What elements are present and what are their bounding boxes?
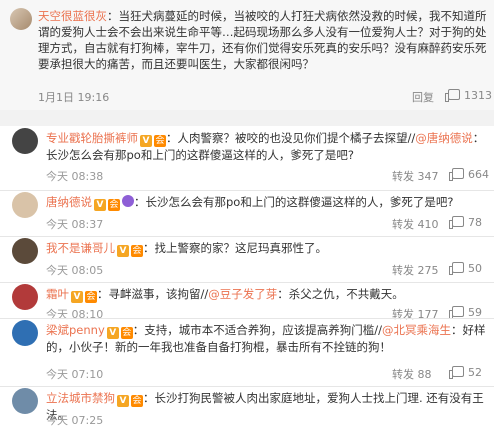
comment-divider [0,236,494,237]
verified-badge-icon: V [94,199,106,211]
comment-divider [0,318,494,319]
comment-text: 专业戳轮胎撕裤师 V 会：人肉警察？被咬的也没见你们提个橘子去探望//@唐纳德说：长… [46,130,486,164]
reply-button[interactable]: 回复 [412,89,434,105]
verified-badge-icon: V [71,291,83,303]
comment-time: 今天 07:10 [46,368,104,381]
like-icon [445,89,460,102]
member-badge-icon: 会 [120,327,133,339]
like-icon [449,168,464,181]
comment-time: 今天 08:38 [46,170,104,183]
forward-button[interactable]: 转发 275 [392,262,439,278]
comment-divider [0,190,494,191]
comment-username[interactable]: 专业戳轮胎撕裤师 [46,131,138,145]
comment-avatar[interactable] [12,284,38,310]
comment-avatar[interactable] [12,192,38,218]
comment-body: ：人肉警察？被咬的也没见你们提个橘子去探望// [166,131,416,145]
comment-body: ：长沙怎么会有那po和上门的这群傻逼这样的人，爹死了是吧? [134,195,454,209]
comment-time: 今天 08:37 [46,218,104,231]
special-badge-icon [122,195,134,207]
comment-divider [0,386,494,387]
like-count: 664 [468,168,489,181]
forward-label: 转发 [392,368,418,381]
comment-mention[interactable]: @北冥乘海生 [382,323,451,337]
comment-text: 霜叶 V 会：寻衅滋事，该拘留//@豆子发了芽：杀父之仇，不共戴天。 [46,286,486,303]
comment-row: 梁斌penny V 会：支持，城市本不适合养狗，应该提高养狗门槛//@北冥乘海生：好… [0,320,494,388]
like-button[interactable]: 664 [449,168,489,181]
comment-text: 梁斌penny V 会：支持，城市本不适合养狗，应该提高养狗门槛//@北冥乘海生：好… [46,322,486,356]
post-username[interactable]: 天空很蓝很灰 [38,9,107,23]
like-count: 78 [468,216,482,229]
member-badge-icon: 会 [85,291,97,303]
comment-body-quoted: ：杀父之仇，不共戴天。 [277,287,404,301]
like-icon [449,262,464,275]
comment-row: 霜叶 V 会：寻衅滋事，该拘留//@豆子发了芽：杀父之仇，不共戴天。 今天 08:10… [0,284,494,321]
comment-username[interactable]: 我不是谦哥儿 [46,241,115,255]
comment-avatar[interactable] [12,320,38,346]
comment-avatar[interactable] [12,388,38,414]
member-badge-icon: 会 [154,135,166,147]
forward-button[interactable]: 转发 410 [392,216,439,232]
member-badge-icon: 会 [108,199,120,211]
comment-mention[interactable]: @唐纳德说 [415,131,473,145]
post-time: 1月1日 19:16 [38,91,110,104]
like-count: 1313 [464,89,492,102]
comment-body: ：支持，城市本不适合养狗，应该提高养狗门槛// [132,323,383,337]
comment-body: ：寻衅滋事，该拘留// [97,287,209,301]
comment-divider [0,282,494,283]
forward-label: 转发 [392,218,418,231]
like-icon [449,366,464,379]
comment-body: ：找上警察的家？这尼玛真邪性了。 [143,241,327,255]
comment-time: 今天 08:05 [46,264,104,277]
comment-text: 我不是谦哥儿 V 会：找上警察的家？这尼玛真邪性了。 [46,240,486,257]
forward-label: 转发 [392,264,418,277]
comment-time: 今天 07:25 [46,414,104,427]
like-icon [449,216,464,229]
section-gap [0,110,494,126]
comment-username[interactable]: 立法城市禁狗 [46,391,115,405]
comment-row: 立法城市禁狗 V 会：长沙打狗民警被人肉出家庭地址，爱狗人士找上门理. 还有没有王法… [0,388,494,434]
like-count: 52 [468,366,482,379]
comment-row: 专业戳轮胎撕裤师 V 会：人肉警察？被咬的也没见你们提个橘子去探望//@唐纳德说：长… [0,128,494,192]
like-button[interactable]: 1313 [445,89,492,102]
forward-button[interactable]: 转发 347 [392,168,439,184]
post-text: 天空很蓝很灰：当狂犬病蔓延的时候，当被咬的人打狂犬病依然没救的时候，我不知道所谓… [38,8,488,72]
forward-label: 转发 [392,170,418,183]
comment-mention[interactable]: @豆子发了芽 [208,287,277,301]
comment-username[interactable]: 唐纳德说 [46,195,92,209]
comment-username[interactable]: 霜叶 [46,287,69,301]
like-count: 50 [468,262,482,275]
verified-badge-icon: V [117,395,129,407]
forward-count: 347 [417,170,439,183]
comment-row: 唐纳德说 V 会 ：长沙怎么会有那po和上门的这群傻逼这样的人，爹死了是吧? 今天 08… [0,192,494,238]
like-icon [449,306,464,319]
like-button[interactable]: 52 [449,366,482,379]
comment-row: 我不是谦哥儿 V 会：找上警察的家？这尼玛真邪性了。今天 08:05 转发 275 50 [0,238,494,284]
verified-badge-icon: V [106,327,119,339]
like-button[interactable]: 50 [449,262,482,275]
original-post: 天空很蓝很灰：当狂犬病蔓延的时候，当被咬的人打狂犬病依然没救的时候，我不知道所谓… [0,0,494,110]
member-badge-icon: 会 [131,245,143,257]
post-avatar[interactable] [10,8,32,30]
comment-avatar[interactable] [12,128,38,154]
comment-username[interactable]: 梁斌penny [46,323,105,337]
forward-button[interactable]: 转发 88 [392,366,432,382]
member-badge-icon: 会 [131,395,143,407]
forward-count: 275 [417,264,439,277]
reply-label: 回复 [412,91,434,104]
like-button[interactable]: 78 [449,216,482,229]
comment-avatar[interactable] [12,238,38,264]
forward-count: 410 [417,218,439,231]
comment-text: 立法城市禁狗 V 会：长沙打狗民警被人肉出家庭地址，爱狗人士找上门理. 还有没有王法… [46,390,486,424]
verified-badge-icon: V [117,245,129,257]
comment-text: 唐纳德说 V 会 ：长沙怎么会有那po和上门的这群傻逼这样的人，爹死了是吧? [46,194,486,211]
forward-count: 88 [417,368,432,381]
verified-badge-icon: V [140,135,152,147]
